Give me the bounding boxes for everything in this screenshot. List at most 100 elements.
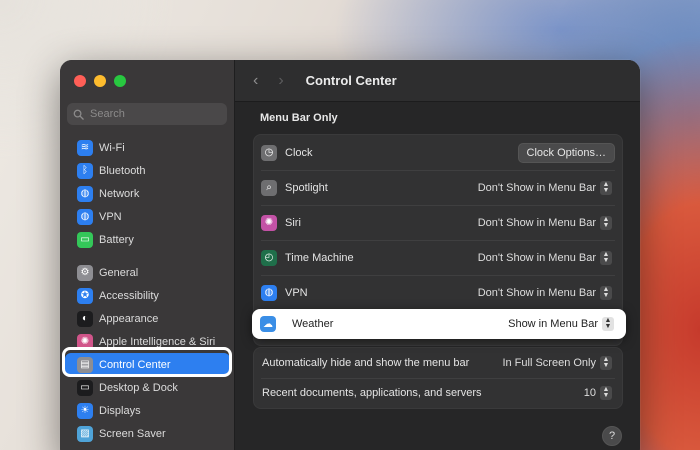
toolbar: ‹ › Control Center: [235, 60, 640, 102]
row-clock: ◷ Clock Clock Options…: [254, 135, 622, 170]
popup-value: Don't Show in Menu Bar: [477, 251, 596, 264]
displays-icon: ☀: [77, 402, 93, 419]
close-button[interactable]: [74, 75, 86, 87]
sidebar-item-network[interactable]: ◍ Network: [65, 182, 230, 205]
main-pane: ‹ › Control Center Menu Bar Only ◷ Clock C…: [235, 60, 640, 450]
sidebar-item-appearance[interactable]: ◐ Appearance: [65, 307, 230, 330]
row-vpn: ◍ VPN Don't Show in Menu Bar ▲ ▼: [254, 275, 622, 310]
sidebar-item-label: Apple Intelligence & Siri: [99, 335, 216, 348]
sidebar-item-apple-intelligence-siri[interactable]: ✺ Apple Intelligence & Siri: [65, 330, 230, 353]
search-icon: [73, 109, 84, 120]
updown-chevron-icon: ▲ ▼: [600, 215, 612, 230]
sidebar-item-accessibility[interactable]: ✪ Accessibility: [65, 284, 230, 307]
help-button[interactable]: ?: [602, 426, 622, 446]
popup-value: Don't Show in Menu Bar: [477, 216, 596, 229]
forward-chevron-icon[interactable]: ›: [278, 72, 283, 90]
zoom-button[interactable]: [114, 75, 126, 87]
general-icon: ⚙: [77, 264, 93, 281]
popup-value: Don't Show in Menu Bar: [477, 181, 596, 194]
sidebar-item-label: Screen Saver: [99, 427, 166, 440]
visibility-popup[interactable]: Don't Show in Menu Bar ▲ ▼: [477, 285, 612, 300]
clock-icon: ◷: [261, 144, 277, 161]
sidebar-item-label: Control Center: [99, 358, 171, 371]
siri-row-icon: ✺: [261, 214, 277, 231]
sidebar-item-label: Accessibility: [99, 289, 159, 302]
updown-chevron-icon: ▲ ▼: [600, 180, 612, 195]
row-label: Recent documents, applications, and serv…: [262, 387, 482, 399]
sidebar-item-label: Appearance: [99, 312, 159, 325]
vpn-row-icon: ◍: [261, 284, 277, 301]
appearance-icon: ◐: [77, 310, 93, 327]
bluetooth-icon: ᛒ: [77, 162, 93, 179]
row-spotlight: ⌕ Spotlight Don't Show in Menu Bar ▲ ▼: [254, 170, 622, 205]
sidebar-item-screen-saver[interactable]: ▨ Screen Saver: [65, 422, 230, 445]
popup-value: Don't Show in Menu Bar: [477, 286, 596, 299]
siri-icon: ✺: [77, 333, 93, 350]
row-label: Clock: [285, 146, 313, 159]
battery-icon: ▭: [77, 231, 93, 248]
autohide-menu-bar-row: Automatically hide and show the menu bar…: [254, 348, 622, 378]
wifi-icon: ≋: [77, 139, 93, 156]
page-title: Control Center: [305, 73, 397, 88]
sidebar-item-label: VPN: [99, 210, 122, 223]
sidebar-item-label: Wi-Fi: [99, 141, 125, 154]
row-siri: ✺ Siri Don't Show in Menu Bar ▲ ▼: [254, 205, 622, 240]
updown-chevron-icon: ▲ ▼: [600, 285, 612, 300]
row-label: Siri: [285, 216, 301, 229]
sidebar-item-label: Bluetooth: [99, 164, 146, 177]
row-label: Spotlight: [285, 181, 328, 194]
updown-chevron-icon: ▲ ▼: [600, 386, 612, 400]
control-center-icon: ▤: [77, 356, 93, 373]
sidebar-item-label: General: [99, 266, 139, 279]
back-chevron-icon[interactable]: ‹: [253, 72, 258, 90]
updown-chevron-icon: ▲ ▼: [602, 317, 614, 331]
section-title: Menu Bar Only: [260, 112, 338, 124]
updown-chevron-icon: ▲ ▼: [600, 250, 612, 265]
sidebar-item-vpn[interactable]: ◍ VPN: [65, 205, 230, 228]
updown-chevron-icon: ▲ ▼: [600, 356, 612, 370]
popup-value: 10: [583, 387, 596, 399]
row-label: VPN: [285, 286, 308, 299]
weather-label: Weather: [292, 318, 334, 330]
window-controls: [74, 75, 126, 87]
popup-value: In Full Screen Only: [502, 357, 596, 369]
row-label: Time Machine: [285, 251, 354, 264]
recent-items-row: Recent documents, applications, and serv…: [254, 378, 622, 408]
desktop-dock-icon: ▭: [77, 379, 93, 396]
sidebar-item-label: Network: [99, 187, 140, 200]
recent-items-popup[interactable]: 10 ▲ ▼: [584, 386, 612, 400]
accessibility-icon: ✪: [77, 287, 93, 304]
search-input[interactable]: [90, 108, 220, 120]
sidebar-item-label: Battery: [99, 233, 134, 246]
weather-icon: ☁: [260, 316, 276, 332]
weather-row[interactable]: ☁ Weather Show in Menu Bar ▲ ▼: [252, 309, 626, 339]
sidebar-item-label: Displays: [99, 404, 141, 417]
sidebar: ≋ Wi-Fi ᛒ Bluetooth ◍ Network ◍ VPN ▭ Battery ⚙ Gen…: [60, 60, 235, 450]
sidebar-item-general[interactable]: ⚙ General: [65, 261, 230, 284]
sidebar-item-label: Desktop & Dock: [99, 381, 178, 394]
search-field[interactable]: [67, 103, 227, 125]
weather-popup[interactable]: Show in Menu Bar ▲ ▼: [508, 317, 614, 331]
sidebar-item-battery[interactable]: ▭ Battery: [65, 228, 230, 251]
time-machine-icon: ◴: [261, 249, 277, 266]
visibility-popup[interactable]: Don't Show in Menu Bar ▲ ▼: [477, 250, 612, 265]
autohide-popup[interactable]: In Full Screen Only ▲ ▼: [502, 356, 612, 370]
vpn-icon: ◍: [77, 208, 93, 225]
sidebar-item-wi-fi[interactable]: ≋ Wi-Fi: [65, 136, 230, 159]
menu-bar-settings-group: Automatically hide and show the menu bar…: [253, 347, 623, 409]
weather-popup-value: Show in Menu Bar: [508, 318, 598, 330]
settings-window: ≋ Wi-Fi ᛒ Bluetooth ◍ Network ◍ VPN ▭ Battery ⚙ Gen…: [60, 60, 640, 450]
minimize-button[interactable]: [94, 75, 106, 87]
sidebar-item-bluetooth[interactable]: ᛒ Bluetooth: [65, 159, 230, 182]
network-icon: ◍: [77, 185, 93, 202]
sidebar-item-control-center[interactable]: ▤ Control Center: [65, 353, 230, 376]
screen-saver-icon: ▨: [77, 425, 93, 442]
spotlight-icon: ⌕: [261, 179, 277, 196]
row-time-machine: ◴ Time Machine Don't Show in Menu Bar ▲ ▼: [254, 240, 622, 275]
sidebar-list: ≋ Wi-Fi ᛒ Bluetooth ◍ Network ◍ VPN ▭ Battery ⚙ Gen…: [60, 136, 235, 445]
visibility-popup[interactable]: Don't Show in Menu Bar ▲ ▼: [477, 215, 612, 230]
sidebar-item-desktop-dock[interactable]: ▭ Desktop & Dock: [65, 376, 230, 399]
sidebar-item-displays[interactable]: ☀ Displays: [65, 399, 230, 422]
visibility-popup[interactable]: Don't Show in Menu Bar ▲ ▼: [477, 180, 612, 195]
clock-options-button[interactable]: Clock Options…: [517, 142, 615, 163]
